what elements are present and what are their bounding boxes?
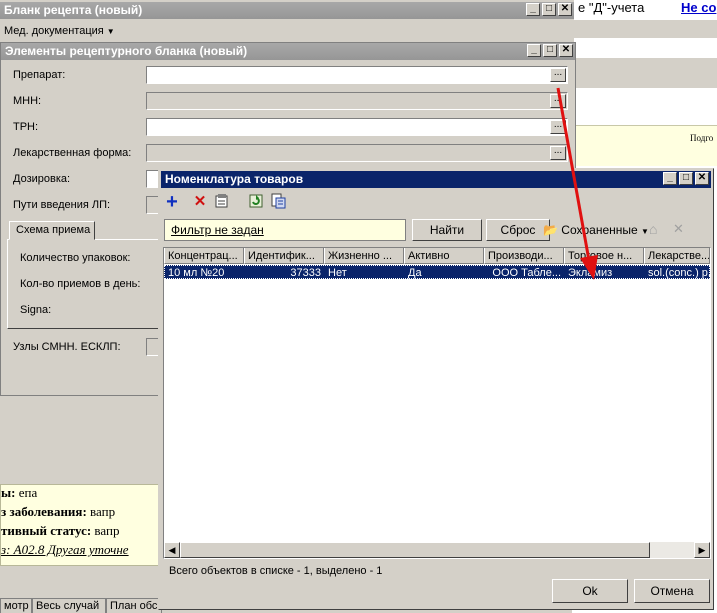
annotation-arrow (556, 87, 598, 280)
tab-scheme[interactable]: Схема приема (9, 221, 95, 240)
